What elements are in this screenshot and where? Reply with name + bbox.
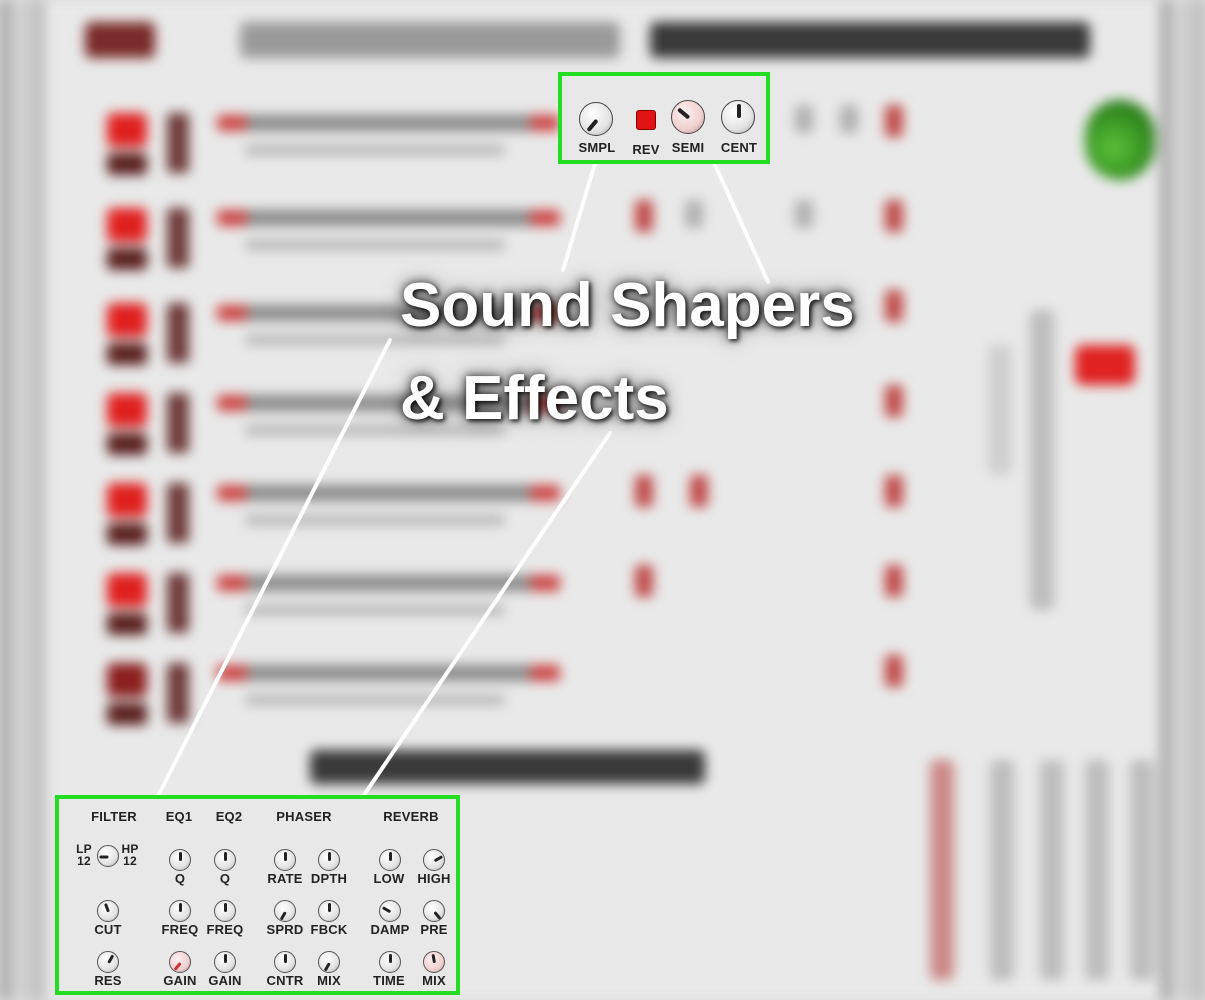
- hp-12-label: 12: [123, 854, 137, 868]
- filter-cut-knob[interactable]: [97, 900, 119, 922]
- phaser-center-knob[interactable]: [274, 951, 296, 973]
- reverb-high-knob[interactable]: [423, 849, 445, 871]
- filter-type-switch[interactable]: [97, 845, 119, 867]
- eq1-freq-label: FREQ: [161, 922, 199, 937]
- eq2-freq-label: FREQ: [206, 922, 244, 937]
- filter-res-knob[interactable]: [97, 951, 119, 973]
- overlay-title-line2: & Effects: [400, 364, 669, 433]
- sample-shaper-callout: SMPL REV SEMI CENT: [558, 72, 770, 164]
- phaser-header: PHASER: [276, 809, 332, 824]
- phaser-feedback-knob[interactable]: [318, 900, 340, 922]
- connector-line-smpl: [561, 158, 598, 272]
- phaser-spread-knob[interactable]: [274, 900, 296, 922]
- rev-label: REV: [632, 142, 660, 157]
- eq1-q-label: Q: [174, 871, 186, 886]
- connector-line-filter: [155, 338, 392, 800]
- eq1-freq-knob[interactable]: [169, 900, 191, 922]
- reverb-header: REVERB: [383, 809, 439, 824]
- eq1-gain-label: GAIN: [163, 973, 197, 988]
- reverse-button[interactable]: [636, 110, 656, 130]
- phaser-center-label: CNTR: [266, 973, 304, 988]
- eq2-gain-knob[interactable]: [214, 951, 236, 973]
- eq2-q-knob[interactable]: [214, 849, 236, 871]
- eq1-header: EQ1: [165, 809, 193, 824]
- phaser-depth-label: DPTH: [310, 871, 348, 886]
- overlay-title-line1: Sound Shapers: [400, 271, 855, 340]
- phaser-rate-label: RATE: [267, 871, 303, 886]
- phaser-mix-label: MIX: [317, 973, 341, 988]
- phaser-spread-label: SPRD: [266, 922, 304, 937]
- connector-line-phaser: [360, 431, 612, 800]
- cent-label: CENT: [720, 140, 758, 155]
- lp-12-label: 12: [77, 854, 91, 868]
- semi-label: SEMI: [671, 140, 705, 155]
- eq2-freq-knob[interactable]: [214, 900, 236, 922]
- cent-tune-knob[interactable]: [721, 100, 755, 134]
- reverb-mix-label: MIX: [422, 973, 446, 988]
- eq1-q-knob[interactable]: [169, 849, 191, 871]
- semi-tune-knob[interactable]: [671, 100, 705, 134]
- smpl-label: SMPL: [578, 140, 616, 155]
- phaser-feedback-label: FBCK: [310, 922, 348, 937]
- reverb-time-label: TIME: [373, 973, 405, 988]
- eq2-q-label: Q: [219, 871, 231, 886]
- filter-cut-label: CUT: [94, 922, 122, 937]
- eq1-gain-knob[interactable]: [169, 951, 191, 973]
- reverb-pre-label: PRE: [420, 922, 448, 937]
- phaser-depth-knob[interactable]: [318, 849, 340, 871]
- smpl-start-knob[interactable]: [579, 102, 613, 136]
- filter-res-label: RES: [94, 973, 122, 988]
- eq2-gain-label: GAIN: [208, 973, 242, 988]
- reverb-high-label: HIGH: [417, 871, 451, 886]
- filter-header: FILTER: [91, 809, 137, 824]
- phaser-mix-knob[interactable]: [318, 951, 340, 973]
- reverb-low-label: LOW: [373, 871, 405, 886]
- reverb-low-knob[interactable]: [379, 849, 401, 871]
- effects-callout: FILTER EQ1 EQ2 PHASER REVERB LP 12 HP 12…: [55, 795, 460, 995]
- reverb-damp-knob[interactable]: [379, 900, 401, 922]
- reverb-time-knob[interactable]: [379, 951, 401, 973]
- reverb-damp-label: DAMP: [370, 922, 410, 937]
- phaser-rate-knob[interactable]: [274, 849, 296, 871]
- eq2-header: EQ2: [215, 809, 243, 824]
- connector-line-semi: [710, 156, 770, 284]
- reverb-mix-knob[interactable]: [423, 951, 445, 973]
- reverb-pre-knob[interactable]: [423, 900, 445, 922]
